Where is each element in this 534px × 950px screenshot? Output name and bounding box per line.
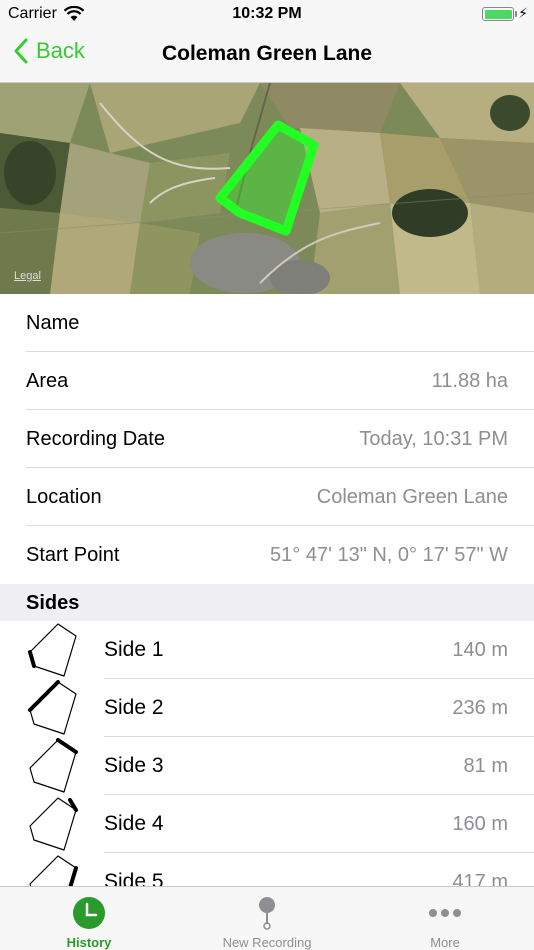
- side-row[interactable]: Side 4 160 m: [0, 795, 534, 853]
- sides-section-header: Sides: [0, 585, 534, 621]
- side-length: 140 m: [452, 638, 508, 661]
- side-shape-icon: [0, 737, 104, 795]
- navigation-bar: Back Coleman Green Lane: [0, 28, 534, 83]
- side-length: 236 m: [452, 696, 508, 719]
- side-name: Side 4: [104, 812, 164, 835]
- location-row: Location Coleman Green Lane: [0, 468, 534, 526]
- tab-label: More: [430, 935, 460, 950]
- side-row[interactable]: Side 3 81 m: [0, 737, 534, 795]
- side-shape-icon: [0, 853, 104, 886]
- battery-icon: [482, 7, 514, 21]
- area-label: Area: [26, 369, 69, 392]
- location-label: Location: [26, 485, 102, 508]
- details-list: Name Area 11.88 ha Recording Date Today,…: [0, 294, 534, 584]
- area-value: 11.88 ha: [431, 369, 508, 392]
- side-shape-icon: [0, 621, 104, 679]
- tab-more[interactable]: More: [356, 887, 534, 950]
- tab-history[interactable]: History: [0, 887, 178, 950]
- side-row[interactable]: Side 2 236 m: [0, 679, 534, 737]
- start-point-value: 51° 47' 13" N, 0° 17' 57" W: [270, 543, 508, 566]
- legal-link[interactable]: Legal: [14, 270, 41, 282]
- tab-new-recording[interactable]: New Recording: [178, 887, 356, 950]
- satellite-map[interactable]: Legal: [0, 83, 534, 294]
- recording-date-value: Today, 10:31 PM: [359, 427, 508, 450]
- side-shape-icon: [0, 795, 104, 853]
- location-value: Coleman Green Lane: [316, 485, 508, 508]
- sides-list[interactable]: Side 1 140 m Side 2 236 m Side 3 81 m Si…: [0, 621, 534, 886]
- name-row[interactable]: Name: [0, 294, 534, 352]
- start-point-label: Start Point: [26, 543, 120, 566]
- area-row: Area 11.88 ha: [0, 352, 534, 410]
- tab-label: New Recording: [222, 935, 312, 950]
- side-name: Side 1: [104, 638, 164, 661]
- side-name: Side 3: [104, 754, 164, 777]
- side-name: Side 2: [104, 696, 164, 719]
- recording-date-label: Recording Date: [26, 427, 165, 450]
- start-point-row: Start Point 51° 47' 13" N, 0° 17' 57" W: [0, 526, 534, 584]
- side-length: 417 m: [452, 870, 508, 887]
- tab-label: History: [66, 935, 112, 950]
- side-name: Side 5: [104, 870, 164, 886]
- side-row[interactable]: Side 1 140 m: [0, 621, 534, 679]
- clock-time: 10:32 PM: [232, 5, 302, 22]
- page-title: Coleman Green Lane: [161, 42, 373, 65]
- recording-date-row: Recording Date Today, 10:31 PM: [0, 410, 534, 468]
- status-bar: Carrier 10:32 PM ⚡: [0, 0, 534, 28]
- side-length: 160 m: [452, 812, 508, 835]
- tab-bar: History New Recording More: [0, 886, 534, 950]
- side-length: 81 m: [463, 754, 508, 777]
- clock-icon: [71, 895, 107, 931]
- side-shape-icon: [0, 679, 104, 737]
- bolt-icon: ⚡: [518, 5, 528, 21]
- more-icon: [427, 895, 463, 931]
- side-row[interactable]: Side 5 417 m: [0, 853, 534, 886]
- pin-icon: [249, 895, 285, 931]
- name-label: Name: [26, 311, 80, 334]
